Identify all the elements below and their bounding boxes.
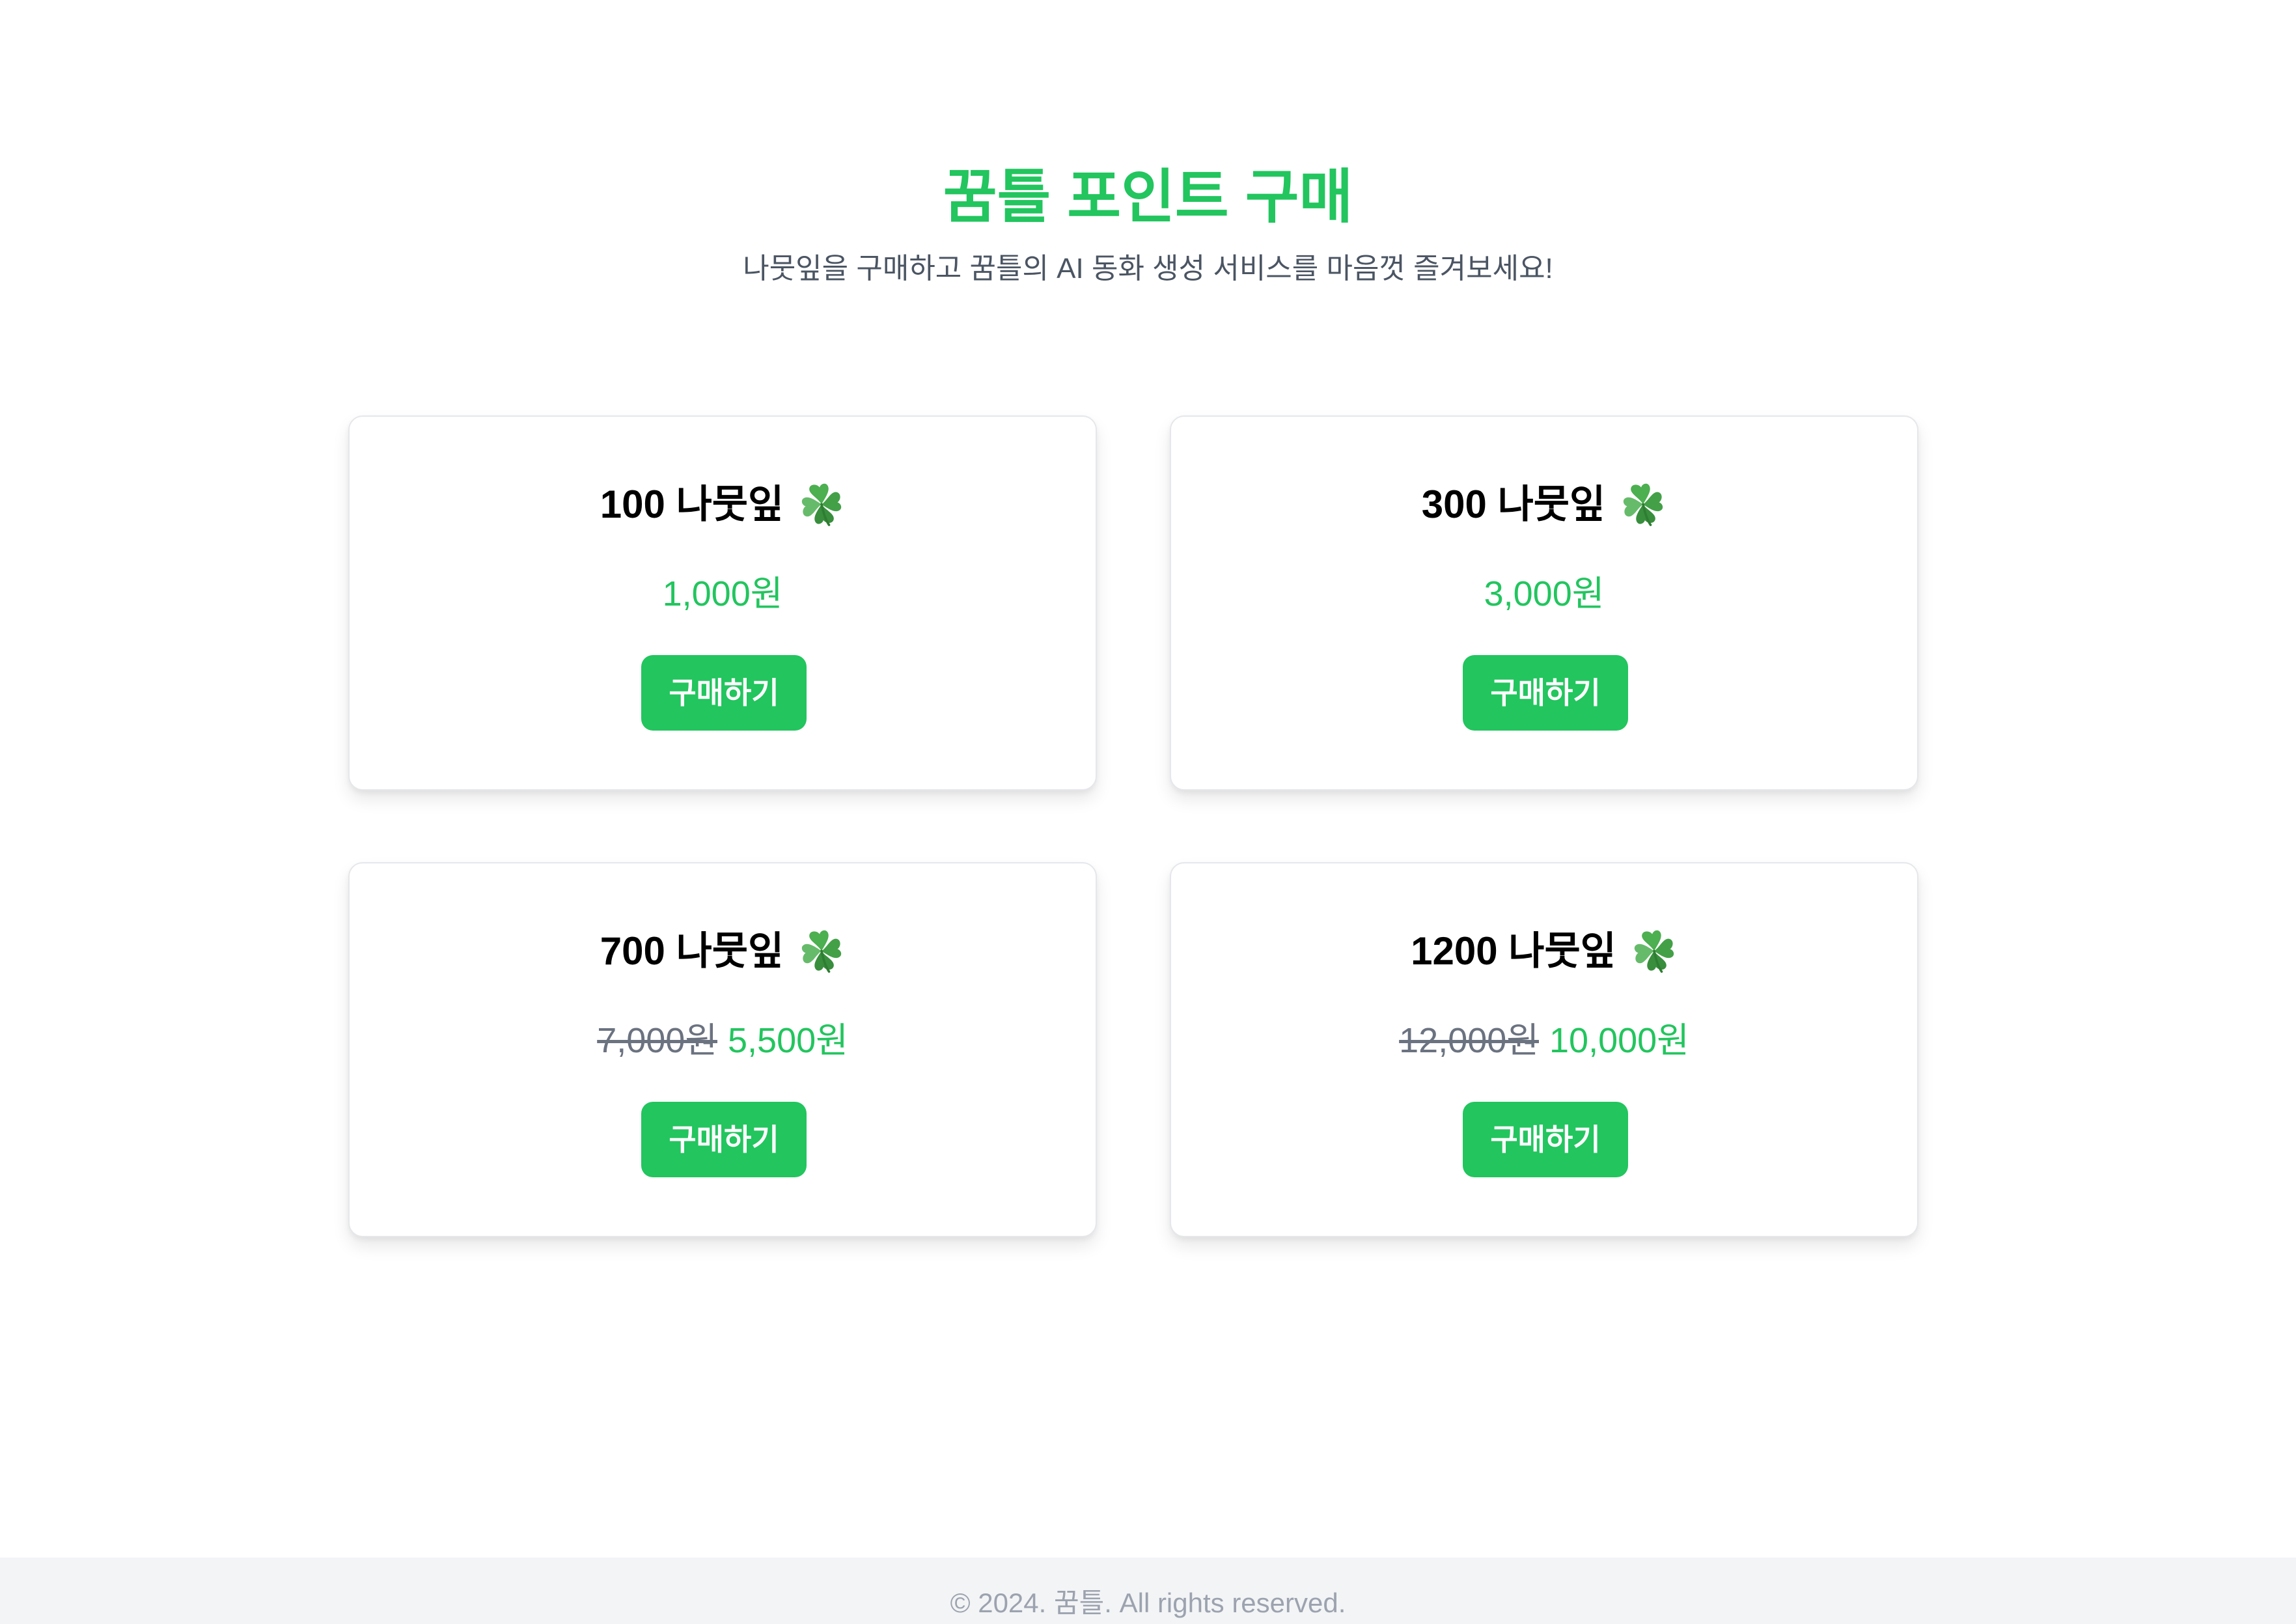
package-title-text: 300 나뭇잎 <box>1421 483 1606 526</box>
buy-button-700[interactable]: 구매하기 <box>641 1102 807 1177</box>
price-row: 7,000원 5,500원 <box>350 1015 1096 1067</box>
package-title-text: 1200 나뭇잎 <box>1411 929 1616 973</box>
buy-button-100[interactable]: 구매하기 <box>641 655 807 731</box>
price: 1,000원 <box>662 574 783 613</box>
buy-button-300[interactable]: 구매하기 <box>1463 655 1628 731</box>
page: 꿈틀 포인트 구매 나뭇잎을 구매하고 꿈틀의 AI 동화 생성 서비스를 마음… <box>0 0 2296 1624</box>
buy-button-1200[interactable]: 구매하기 <box>1463 1102 1628 1177</box>
price: 3,000원 <box>1484 574 1605 613</box>
package-card-700: 700 나뭇잎 7,000원 5,500원 구매하기 <box>348 862 1097 1237</box>
four-leaf-clover-icon <box>801 930 842 973</box>
price-row: 12,000원 10,000원 <box>1171 1015 1917 1067</box>
package-card-1200: 1200 나뭇잎 12,000원 10,000원 구매하기 <box>1170 862 1918 1237</box>
four-leaf-clover-icon <box>801 483 842 527</box>
price-row: 1,000원 <box>350 568 1096 620</box>
discounted-price: 10,000원 <box>1549 1021 1689 1060</box>
footer-copyright: © 2024. 꿈틀. All rights reserved. <box>950 1588 1346 1618</box>
page-title: 꿈틀 포인트 구매 <box>943 165 1353 230</box>
footer: © 2024. 꿈틀. All rights reserved. <box>0 1558 2296 1624</box>
page-subtitle: 나뭇잎을 구매하고 꿈틀의 AI 동화 생성 서비스를 마음껏 즐겨보세요! <box>743 253 1553 285</box>
discounted-price: 5,500원 <box>728 1021 848 1060</box>
four-leaf-clover-icon <box>1634 930 1674 973</box>
package-card-300: 300 나뭇잎 3,000원 구매하기 <box>1170 415 1918 791</box>
price-row: 3,000원 <box>1171 568 1917 620</box>
original-price: 7,000원 <box>597 1021 717 1060</box>
package-title-text: 100 나뭇잎 <box>600 483 784 526</box>
package-title: 1200 나뭇잎 <box>1171 922 1917 981</box>
package-title-text: 700 나뭇잎 <box>600 929 784 973</box>
package-title: 300 나뭇잎 <box>1171 475 1917 534</box>
package-title: 100 나뭇잎 <box>350 475 1096 534</box>
original-price: 12,000원 <box>1399 1021 1539 1060</box>
four-leaf-clover-icon <box>1623 483 1663 527</box>
package-title: 700 나뭇잎 <box>350 922 1096 981</box>
package-card-100: 100 나뭇잎 1,000원 구매하기 <box>348 415 1097 791</box>
